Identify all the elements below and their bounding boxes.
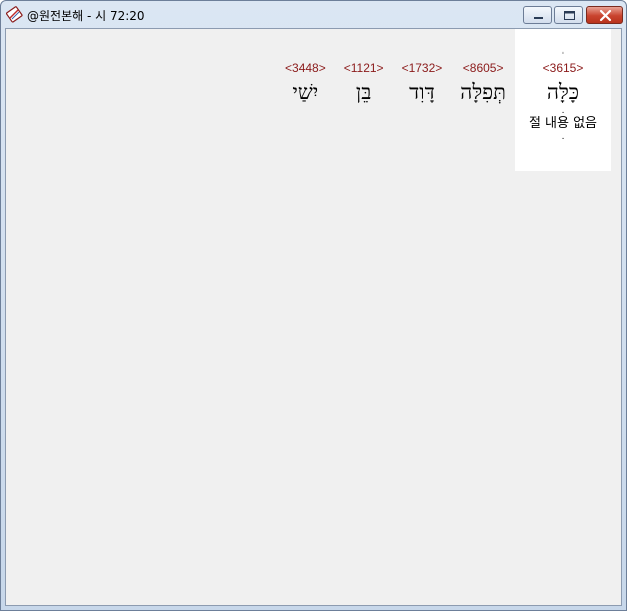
minimize-button[interactable]	[523, 6, 552, 24]
hebrew-word[interactable]: בֵּן	[356, 77, 371, 107]
strong-number[interactable]: <3448>	[285, 61, 326, 75]
separator-dot: .	[561, 132, 565, 142]
accent-mark: ˈ	[561, 51, 565, 60]
title-bar[interactable]: @원전본해 - 시 72:20	[1, 1, 626, 28]
hebrew-word[interactable]: כָּלָּה	[547, 77, 579, 107]
word-cell[interactable]: <8605> תְּפִלָּה	[451, 29, 515, 107]
separator-dot: .	[561, 106, 565, 116]
word-cell-selected[interactable]: ˈ <3615> כָּלָּה . 절 내용 없음 .	[515, 29, 611, 171]
window-title: @원전본해 - 시 72:20	[27, 9, 145, 23]
hebrew-word[interactable]: תְּפִלָּה	[460, 77, 506, 107]
maximize-button[interactable]	[554, 6, 583, 24]
word-cell[interactable]: <1121> בֵּן	[335, 29, 393, 107]
strong-number[interactable]: <8605>	[463, 61, 504, 75]
word-cell[interactable]: <3448> יִשַׁי	[276, 29, 335, 107]
interlinear-word-row: ˈ <3615> כָּלָּה . 절 내용 없음 . <8605> תְּפ…	[276, 29, 611, 171]
strong-number[interactable]: <1732>	[402, 61, 443, 75]
word-cell[interactable]: <1732> דָּוִד	[393, 29, 452, 107]
verse-panel: ˈ <3615> כָּלָּה . 절 내용 없음 . <8605> תְּפ…	[5, 28, 622, 606]
app-window: @원전본해 - 시 72:20 ˈ <3615> כָּלָּה . 절 내용	[0, 0, 627, 611]
bible-book-icon[interactable]	[6, 6, 23, 23]
strong-number[interactable]: <3615>	[543, 61, 584, 75]
strong-number[interactable]: <1121>	[344, 61, 384, 75]
close-button[interactable]	[586, 6, 623, 24]
hebrew-word[interactable]: דָּוִד	[409, 77, 435, 107]
verse-gloss: 절 내용 없음	[528, 116, 598, 131]
hebrew-word[interactable]: יִשַׁי	[292, 77, 318, 107]
